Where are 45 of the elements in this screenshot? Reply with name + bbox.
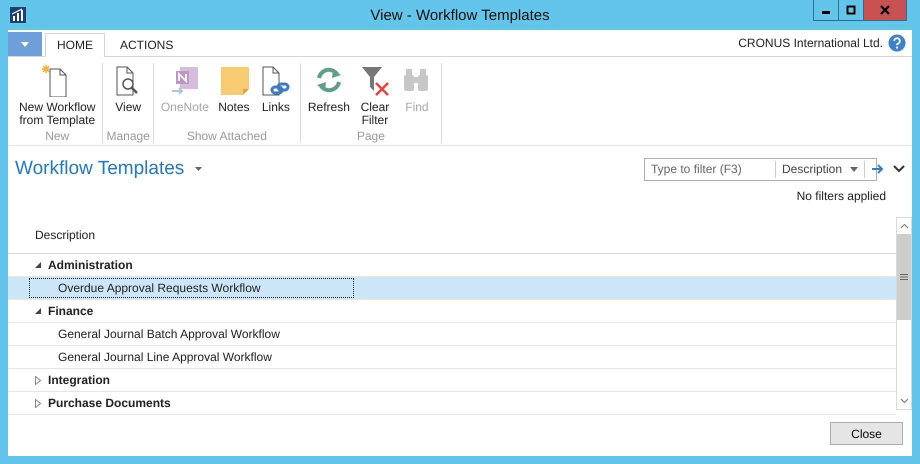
ribbon-tab[interactable]: HOME — [45, 33, 105, 57]
close-button[interactable]: Close — [830, 422, 903, 445]
column-header[interactable]: Description — [35, 228, 96, 242]
caret-icon — [850, 166, 858, 172]
group-label: Show Attached — [186, 129, 267, 143]
ribbon-tab[interactable]: ACTIONS — [108, 33, 186, 56]
maximize-icon[interactable] — [846, 5, 856, 15]
app-menu-button[interactable] — [8, 32, 42, 56]
ribbon-button[interactable]: View — [107, 63, 150, 127]
group-label: Page — [356, 129, 385, 143]
group-row-label: Finance — [48, 304, 94, 318]
scroll-down-icon[interactable] — [900, 398, 908, 404]
chevron-down-icon[interactable] — [893, 165, 905, 173]
app-icon — [10, 7, 26, 23]
caret-icon[interactable] — [195, 167, 202, 171]
collapse-icon[interactable] — [34, 260, 43, 270]
ribbon-button[interactable]: Links — [254, 63, 297, 127]
scrollbar-thumb[interactable] — [897, 234, 911, 320]
scroll-up-icon[interactable] — [900, 223, 908, 229]
table-row[interactable]: General Journal Batch Approval Workflow — [29, 324, 354, 344]
collapse-icon[interactable] — [34, 306, 43, 316]
expand-icon[interactable] — [34, 398, 43, 408]
ribbon-button[interactable]: Notes — [212, 63, 255, 127]
group-row-label: Administration — [48, 258, 133, 272]
table-row[interactable]: Overdue Approval Requests Workflow — [29, 278, 354, 298]
scrollbar[interactable] — [896, 217, 912, 410]
ribbon-button[interactable]: Refresh — [304, 63, 354, 127]
window-title: View - Workflow Templates — [370, 7, 550, 24]
arrow-right-icon[interactable] — [871, 163, 886, 175]
ribbon-button[interactable]: Clear Filter — [354, 63, 396, 127]
group-row-label: Purchase Documents — [48, 396, 171, 410]
caret-icon[interactable] — [21, 42, 29, 46]
group-row-label: Integration — [48, 373, 110, 387]
close-icon[interactable] — [880, 5, 890, 15]
group-label: Manage — [106, 129, 150, 143]
close-button[interactable] — [864, 0, 906, 20]
expand-icon[interactable] — [34, 376, 43, 384]
filter-status: No filters applied — [796, 189, 886, 205]
table-row[interactable]: General Journal Line Approval Workflow — [29, 347, 354, 367]
help-icon[interactable] — [888, 34, 906, 52]
filter-column-dropdown[interactable]: Description — [775, 160, 866, 178]
company-name: CRONUS International Ltd. — [738, 36, 883, 50]
ribbon-button[interactable]: New Workflow from Template — [15, 63, 100, 127]
group-label: New — [45, 129, 70, 143]
page-title: Workflow Templates — [15, 158, 184, 180]
